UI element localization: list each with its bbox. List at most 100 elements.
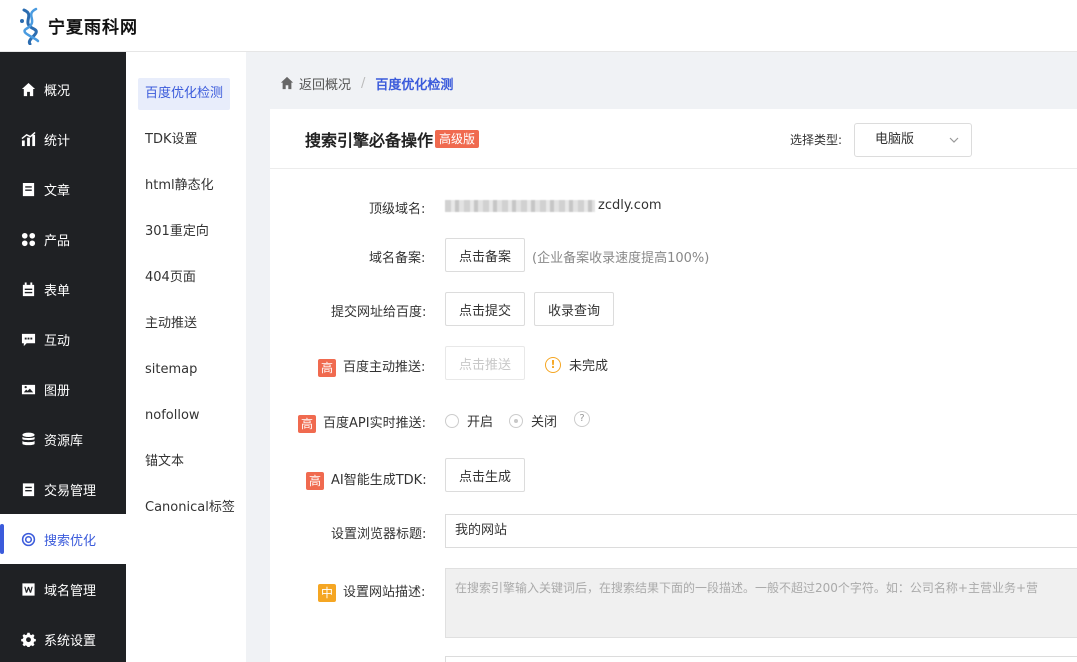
high-priority-tag: 高	[298, 414, 316, 433]
breadcrumb-back-link[interactable]: 返回概况	[299, 74, 351, 93]
api-off-label: 关闭	[531, 415, 558, 430]
baidu-push-button[interactable]: 点击推送	[445, 346, 525, 380]
top-domain-value: zcdly.com	[598, 198, 662, 213]
sidebar-item-label: 统计	[44, 133, 71, 149]
target-icon	[20, 531, 36, 547]
sidebar-item-label: 交易管理	[44, 483, 97, 499]
icp-register-button[interactable]: 点击备案	[445, 238, 525, 272]
subnav-item-301[interactable]: 301重定向	[138, 216, 216, 248]
breadcrumb-separator: /	[361, 75, 366, 91]
top-header: 宁夏雨科网	[0, 0, 1077, 52]
ai-generate-button[interactable]: 点击生成	[445, 458, 525, 492]
site-desc-label: 中设置网站描述:	[318, 581, 425, 602]
baidu-push-label-text: 百度主动推送:	[343, 360, 426, 375]
index-query-button[interactable]: 收录查询	[534, 292, 614, 326]
baidu-api-label: 高百度API实时推送:	[298, 412, 426, 433]
api-off-radio[interactable]: 关闭	[509, 411, 557, 430]
top-domain-label: 顶级域名:	[369, 202, 426, 217]
sidebar-item-orders[interactable]: 交易管理	[0, 464, 126, 514]
home-icon	[20, 81, 36, 97]
type-select[interactable]: 电脑版	[854, 123, 972, 157]
help-icon[interactable]: ?	[574, 411, 590, 427]
sidebar-item-label: 域名管理	[44, 583, 97, 599]
sidebar-item-label: 产品	[44, 233, 71, 249]
breadcrumb: 返回概况 / 百度优化检测	[280, 72, 453, 94]
sidebar-item-label: 资源库	[44, 433, 84, 449]
sidebar-item-settings[interactable]: 系统设置	[0, 614, 126, 662]
api-on-label: 开启	[467, 415, 494, 430]
subnav-item-canonical[interactable]: Canonical标签	[138, 492, 242, 524]
seo-subnav: 百度优化检测 TDK设置 html静态化 301重定向 404页面 主动推送 s…	[126, 52, 246, 662]
icp-hint: (企业备案收录速度提高100%)	[532, 251, 710, 266]
submit-url-label: 提交网址给百度:	[331, 305, 427, 320]
calendar-icon	[20, 281, 36, 297]
sidebar-item-label: 表单	[44, 283, 71, 299]
sidebar-item-seo[interactable]: 搜索优化	[0, 514, 126, 564]
high-priority-tag: 高	[318, 358, 336, 377]
subnav-item-baidu-check[interactable]: 百度优化检测	[138, 78, 231, 110]
api-on-radio[interactable]: 开启	[445, 411, 493, 430]
sidebar-item-overview[interactable]: 概况	[0, 64, 126, 114]
breadcrumb-current: 百度优化检测	[375, 77, 454, 93]
chevron-down-icon	[949, 137, 959, 143]
home-icon[interactable]	[280, 76, 299, 90]
w-icon	[20, 581, 36, 597]
sidebar-item-label: 互动	[44, 333, 71, 349]
page-title: 搜索引擎必备操作	[305, 130, 434, 150]
subnav-item-sitemap[interactable]: sitemap	[138, 354, 204, 386]
browser-title-label: 设置浏览器标题:	[331, 527, 427, 542]
type-select-value: 电脑版	[875, 132, 915, 147]
browser-title-input[interactable]: 我的网站	[445, 514, 1077, 548]
chart-icon	[20, 131, 36, 147]
database-icon	[20, 431, 36, 447]
card-header: 搜索引擎必备操作 高级版 选择类型: 电脑版	[270, 109, 1077, 169]
warning-icon: !	[545, 356, 561, 373]
push-status-text: 未完成	[569, 359, 609, 374]
push-status: ! 未完成	[545, 355, 608, 374]
sidebar-item-label: 文章	[44, 183, 71, 199]
high-priority-tag: 高	[306, 471, 324, 490]
radio-circle	[509, 413, 523, 428]
sidebar-item-products[interactable]: 产品	[0, 214, 126, 264]
subnav-item-anchor[interactable]: 锚文本	[138, 446, 191, 478]
logo[interactable]: 宁夏雨科网	[16, 7, 138, 45]
article-icon	[20, 181, 36, 197]
site-desc-label-text: 设置网站描述:	[343, 585, 426, 600]
logo-text: 宁夏雨科网	[48, 18, 138, 38]
type-select-label: 选择类型:	[790, 133, 843, 147]
subnav-item-404[interactable]: 404页面	[138, 262, 203, 294]
sidebar-item-label: 概况	[44, 83, 71, 99]
radio-circle	[445, 413, 459, 428]
icp-label: 域名备案:	[369, 251, 426, 266]
sidebar-item-gallery[interactable]: 图册	[0, 364, 126, 414]
site-desc-textarea[interactable]: 在搜索引擎输入关键词后，在搜索结果下面的一段描述。一般不超过200个字符。如：公…	[445, 568, 1077, 638]
sidebar-item-label: 搜索优化	[44, 533, 97, 549]
chat-icon	[20, 331, 36, 347]
main-sidebar: 概况 统计 文章 产品 表单 互动 图册 资源库 交易管理 搜索优化 域名管理	[0, 52, 126, 662]
pro-badge: 高级版	[435, 129, 480, 148]
medium-priority-tag: 中	[318, 583, 336, 602]
grid-icon	[20, 231, 36, 247]
submit-url-button[interactable]: 点击提交	[445, 292, 525, 326]
ai-tdk-label: 高 AI智能生成TDK:	[306, 469, 427, 490]
sidebar-item-forms[interactable]: 表单	[0, 264, 126, 314]
sidebar-item-interaction[interactable]: 互动	[0, 314, 126, 364]
gear-icon	[20, 631, 36, 647]
sidebar-item-domains[interactable]: 域名管理	[0, 564, 126, 614]
sidebar-item-resources[interactable]: 资源库	[0, 414, 126, 464]
baidu-api-label-text: 百度API实时推送:	[323, 416, 426, 431]
next-field-edge	[445, 656, 1077, 662]
sidebar-item-articles[interactable]: 文章	[0, 164, 126, 214]
image-icon	[20, 381, 36, 397]
sidebar-item-label: 图册	[44, 383, 71, 399]
ai-tdk-label-text: AI智能生成TDK:	[331, 473, 427, 488]
sidebar-item-stats[interactable]: 统计	[0, 114, 126, 164]
dna-helix-logo	[20, 7, 40, 45]
subnav-item-push[interactable]: 主动推送	[138, 308, 204, 340]
blurred-domain-prefix	[445, 200, 595, 212]
subnav-item-nofollow[interactable]: nofollow	[138, 400, 207, 432]
subnav-item-html-static[interactable]: html静态化	[138, 170, 221, 202]
subnav-item-tdk[interactable]: TDK设置	[138, 124, 204, 156]
order-icon	[20, 481, 36, 497]
sidebar-item-label: 系统设置	[44, 633, 97, 649]
